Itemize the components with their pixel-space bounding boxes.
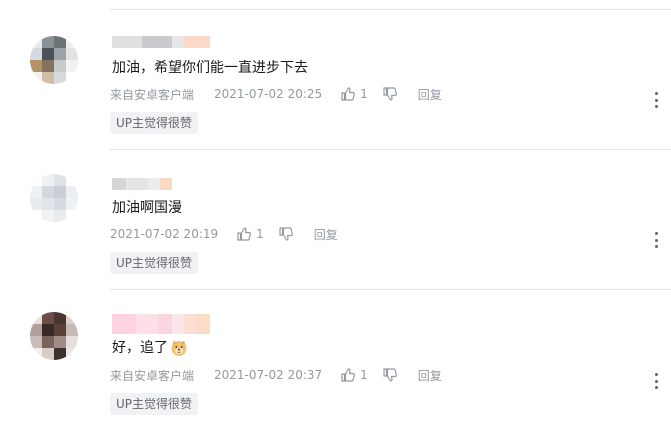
like-count: 1 (360, 87, 368, 101)
more-options-icon[interactable] (653, 92, 659, 108)
comment-content: 加油，希望你们能一直进步下去 (112, 58, 308, 78)
dislike-button[interactable] (382, 86, 398, 102)
client-source: 来自安卓客户端 (110, 368, 195, 383)
username-blurred[interactable] (112, 178, 172, 190)
comment-item: 好，追了 来自安卓客户端 2021-07-02 20:37 1 回复 UP主觉得… (0, 290, 671, 429)
comment-content: 加油啊国漫 (112, 198, 182, 218)
thumbs-down-icon (383, 87, 397, 101)
reply-button[interactable]: 回复 (418, 367, 442, 384)
username-blurred[interactable] (112, 36, 210, 48)
like-button[interactable]: 1 (340, 86, 368, 102)
more-options-icon[interactable] (653, 232, 659, 248)
up-liked-badge: UP主觉得很赞 (110, 112, 199, 134)
thumbs-down-icon (279, 227, 293, 241)
like-button[interactable]: 1 (236, 226, 264, 242)
comment-meta: 来自安卓客户端 2021-07-02 20:25 1 回复 (110, 85, 442, 103)
comment-content: 好，追了 (112, 338, 188, 358)
comment-item: 加油，希望你们能一直进步下去 来自安卓客户端 2021-07-02 20:25 … (0, 10, 671, 150)
username-blurred[interactable] (112, 314, 210, 334)
comment-meta: 来自安卓客户端 2021-07-02 20:37 1 回复 (110, 366, 442, 384)
thumbs-down-icon (383, 368, 397, 382)
up-liked-badge: UP主觉得很赞 (110, 393, 199, 415)
avatar[interactable] (30, 36, 78, 84)
dislike-button[interactable] (382, 367, 398, 383)
thumbs-up-icon (341, 87, 356, 101)
more-options-icon[interactable] (653, 373, 659, 389)
dislike-button[interactable] (278, 226, 294, 242)
comment-text: 好，追了 (112, 340, 168, 356)
comment-item: 加油啊国漫 2021-07-02 20:19 1 回复 UP主觉得很赞 (0, 150, 671, 290)
comment-time: 2021-07-02 20:37 (214, 368, 323, 382)
reply-button[interactable]: 回复 (418, 86, 442, 103)
comment-time: 2021-07-02 20:25 (214, 87, 323, 101)
like-count: 1 (256, 227, 264, 241)
client-source: 来自安卓客户端 (110, 87, 195, 102)
avatar[interactable] (30, 312, 78, 360)
thumbs-up-icon (341, 368, 356, 382)
up-liked-badge: UP主觉得很赞 (110, 252, 199, 274)
reply-button[interactable]: 回复 (314, 226, 338, 243)
comment-meta: 2021-07-02 20:19 1 回复 (110, 225, 338, 243)
thumbs-up-icon (237, 227, 252, 241)
comment-time: 2021-07-02 20:19 (110, 227, 219, 241)
doge-emoji-icon (171, 340, 187, 356)
like-button[interactable]: 1 (340, 367, 368, 383)
comment-text: 加油啊国漫 (112, 200, 182, 216)
avatar[interactable] (30, 174, 78, 222)
comment-text: 加油，希望你们能一直进步下去 (112, 60, 308, 76)
like-count: 1 (360, 368, 368, 382)
